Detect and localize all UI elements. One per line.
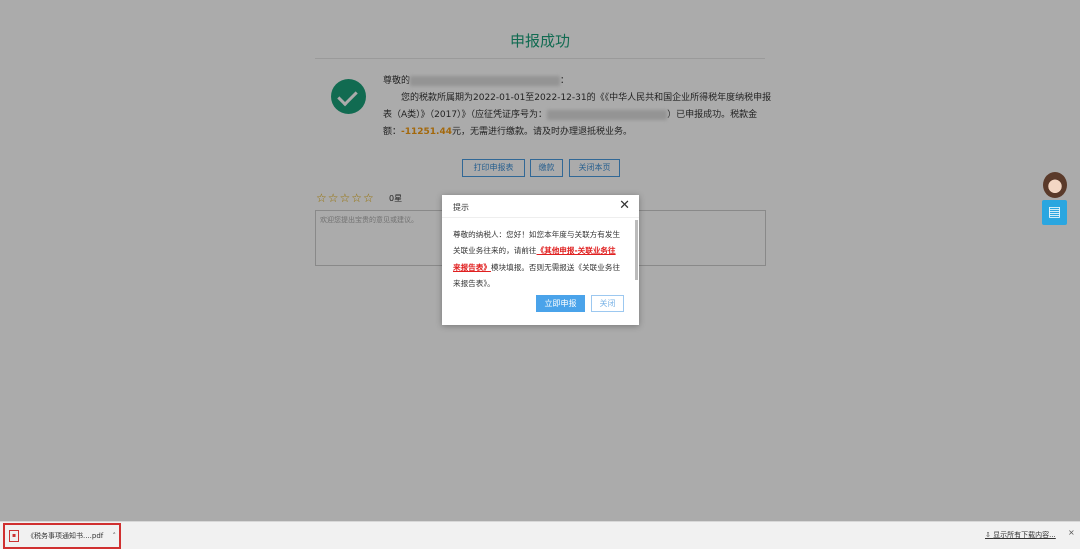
declare-now-button[interactable]: 立即申报 [536, 295, 585, 312]
scrollbar[interactable] [635, 220, 638, 280]
download-bar: ▪ 《税务事项通知书....pdf ˄ ⇩ 显示所有下载内容... × [0, 521, 1080, 549]
prompt-dialog: 提示 ✕ 尊敬的纳税人：您好！如您本年度与关联方有发生关联业务往来的，请前往《其… [442, 195, 639, 325]
chevron-down-icon[interactable]: ˄ [113, 525, 117, 547]
dialog-close-button[interactable]: 关闭 [591, 295, 624, 312]
dialog-body: 尊敬的纳税人：您好！如您本年度与关联方有发生关联业务往来的，请前往《其他申报-关… [442, 218, 632, 301]
dialog-title: 提示 [442, 195, 639, 218]
show-all-downloads-link[interactable]: ⇩ 显示所有下载内容... [985, 530, 1056, 540]
close-icon[interactable]: ✕ [619, 198, 630, 213]
download-filename: 《税务事项通知书....pdf [27, 532, 104, 540]
side-tool-icon[interactable]: ▤ [1042, 200, 1067, 225]
pdf-icon: ▪ [9, 530, 19, 542]
close-download-bar-icon[interactable]: × [1068, 528, 1075, 537]
download-item[interactable]: ▪ 《税务事项通知书....pdf ˄ [3, 523, 121, 549]
assistant-avatar[interactable] [1043, 172, 1067, 198]
show-all-label: 显示所有下载内容... [993, 531, 1056, 539]
